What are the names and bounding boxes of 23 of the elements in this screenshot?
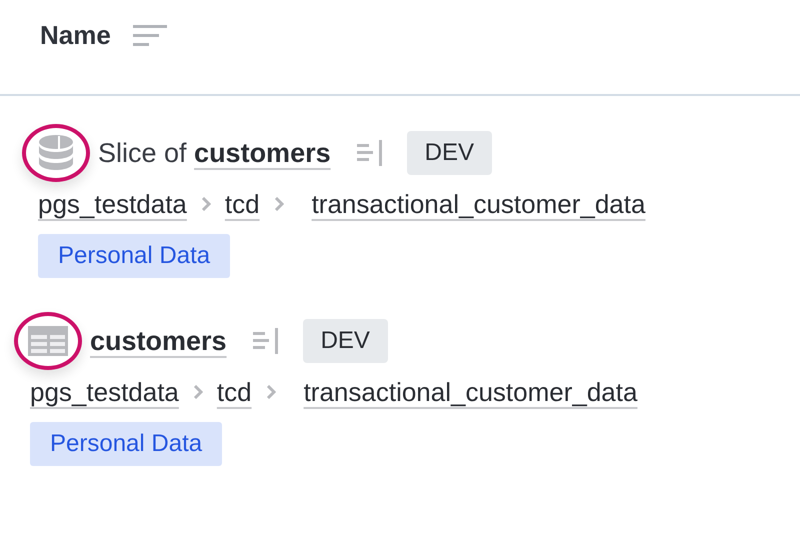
chevron-right-icon xyxy=(266,385,276,399)
chevron-right-icon xyxy=(200,197,211,211)
column-header[interactable]: Name xyxy=(40,20,111,50)
sort-icon[interactable] xyxy=(132,23,169,47)
environment-badge: DEV xyxy=(406,131,492,175)
chevron-right-icon xyxy=(274,197,284,211)
title-link[interactable]: customers xyxy=(90,326,227,356)
breadcrumb-link[interactable]: transactional_customer_data xyxy=(312,188,646,220)
description-icon[interactable] xyxy=(252,326,281,356)
breadcrumb-link[interactable]: pgs_testdata xyxy=(38,188,187,220)
title-text: Slice of xyxy=(98,138,188,168)
table-icon xyxy=(28,326,68,356)
chevron-right-icon xyxy=(192,385,203,399)
tag-chip[interactable]: Personal Data xyxy=(30,422,222,466)
breadcrumb-link[interactable]: tcd xyxy=(224,188,260,220)
breadcrumb-link[interactable]: pgs_testdata xyxy=(30,376,179,408)
description-icon[interactable] xyxy=(356,138,385,168)
title-link[interactable]: customers xyxy=(194,138,331,168)
database-icon xyxy=(36,133,76,173)
tag-chip[interactable]: Personal Data xyxy=(38,234,230,278)
breadcrumb-link[interactable]: tcd xyxy=(216,376,252,408)
environment-badge: DEV xyxy=(302,319,388,363)
breadcrumb-link[interactable]: transactional_customer_data xyxy=(304,376,638,408)
